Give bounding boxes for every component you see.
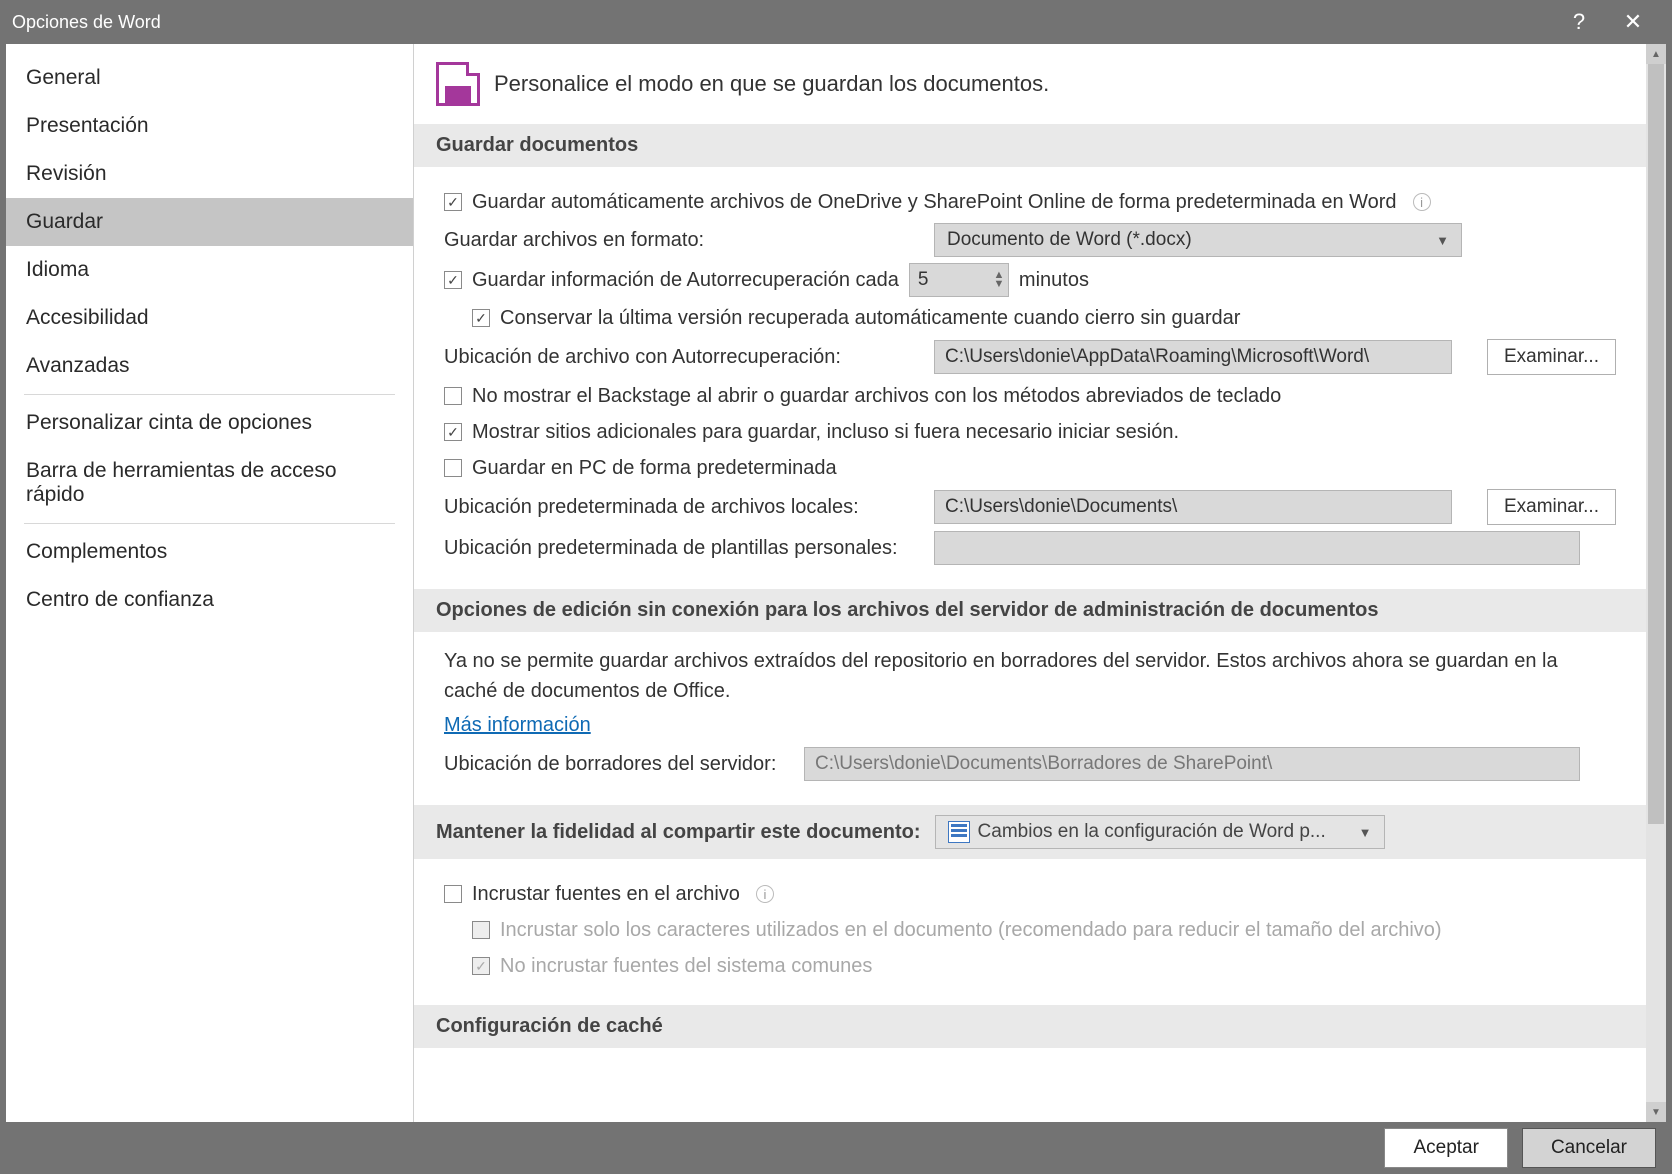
fidelity-doc-select[interactable]: Cambios en la configuración de Word p...… — [935, 815, 1385, 849]
fidelity-doc-value: Cambios en la configuración de Word p... — [978, 821, 1326, 843]
window-title: Opciones de Word — [12, 12, 1552, 33]
titlebar: Opciones de Word ? ✕ — [0, 0, 1672, 44]
label-savepc: Guardar en PC de forma predeterminada — [472, 453, 837, 483]
sidebar-item-general[interactable]: General — [6, 54, 413, 102]
templates-field[interactable] — [934, 531, 1580, 565]
sidebar: General Presentación Revisión Guardar Id… — [6, 44, 414, 1122]
label-noembedsys: No incrustar fuentes del sistema comunes — [500, 951, 872, 981]
label-embedused: Incrustar solo los caracteres utilizados… — [500, 915, 1442, 945]
checkbox-embedused — [472, 921, 490, 939]
label-backstage: No mostrar el Backstage al abrir o guard… — [472, 381, 1281, 411]
section-cache-title: Configuración de caché — [414, 1005, 1646, 1048]
label-autosave-cloud: Guardar automáticamente archivos de OneD… — [472, 187, 1397, 217]
browse-autorecover-button[interactable]: Examinar... — [1487, 339, 1616, 375]
checkbox-addplaces[interactable]: ✓ — [444, 423, 462, 441]
checkbox-noembedsys: ✓ — [472, 957, 490, 975]
sidebar-item-barra[interactable]: Barra de herramientas de acceso rápido — [6, 447, 413, 519]
sidebar-item-complementos[interactable]: Complementos — [6, 528, 413, 576]
autorecover-minutes-input[interactable] — [910, 264, 990, 296]
checkbox-backstage[interactable] — [444, 387, 462, 405]
label-autorecover-loc: Ubicación de archivo con Autorrecuperaci… — [444, 342, 924, 372]
label-addplaces: Mostrar sitios adicionales para guardar,… — [472, 417, 1179, 447]
info-icon[interactable]: i — [756, 885, 774, 903]
chevron-down-icon: ▼ — [1436, 233, 1449, 248]
section-fidelity-label: Mantener la fidelidad al compartir este … — [436, 821, 921, 844]
drafts-field — [804, 747, 1580, 781]
local-loc-field[interactable] — [934, 490, 1452, 524]
checkbox-autorecover[interactable]: ✓ — [444, 271, 462, 289]
sidebar-item-presentacion[interactable]: Presentación — [6, 102, 413, 150]
chevron-down-icon: ▼ — [1359, 825, 1372, 840]
section-guardardocs-title: Guardar documentos — [414, 124, 1646, 167]
sidebar-separator — [24, 523, 395, 524]
label-drafts: Ubicación de borradores del servidor: — [444, 749, 794, 779]
autorecover-minutes-spinner[interactable]: ▲▼ — [909, 263, 1009, 297]
scroll-thumb[interactable] — [1648, 64, 1664, 824]
sidebar-item-confianza[interactable]: Centro de confianza — [6, 576, 413, 624]
close-button[interactable]: ✕ — [1606, 9, 1660, 35]
sidebar-item-avanzadas[interactable]: Avanzadas — [6, 342, 413, 390]
checkbox-keeplast[interactable]: ✓ — [472, 309, 490, 327]
section-offline-title: Opciones de edición sin conexión para lo… — [414, 589, 1646, 632]
format-select[interactable]: Documento de Word (*.docx) ▼ — [934, 223, 1462, 257]
label-local-loc: Ubicación predeterminada de archivos loc… — [444, 492, 924, 522]
scrollbar[interactable]: ▲ ▼ — [1646, 44, 1666, 1122]
autorecover-loc-field[interactable] — [934, 340, 1452, 374]
spinner-arrows[interactable]: ▲▼ — [990, 269, 1008, 291]
sidebar-item-revision[interactable]: Revisión — [6, 150, 413, 198]
sidebar-item-idioma[interactable]: Idioma — [6, 246, 413, 294]
scroll-up-button[interactable]: ▲ — [1646, 44, 1666, 64]
content-panel: Personalice el modo en que se guardan lo… — [414, 44, 1646, 1122]
scroll-down-button[interactable]: ▼ — [1646, 1102, 1666, 1122]
format-select-value: Documento de Word (*.docx) — [947, 229, 1192, 251]
document-icon — [948, 821, 970, 843]
sidebar-item-guardar[interactable]: Guardar — [6, 198, 413, 246]
ok-button[interactable]: Aceptar — [1384, 1128, 1507, 1168]
checkbox-autosave-cloud[interactable]: ✓ — [444, 193, 462, 211]
label-templates: Ubicación predeterminada de plantillas p… — [444, 533, 924, 563]
sidebar-item-cinta[interactable]: Personalizar cinta de opciones — [6, 399, 413, 447]
dialog-footer: Aceptar Cancelar — [0, 1122, 1672, 1174]
info-icon[interactable]: i — [1413, 193, 1431, 211]
label-format: Guardar archivos en formato: — [444, 225, 924, 255]
section-fidelity-title: Mantener la fidelidad al compartir este … — [414, 805, 1646, 859]
label-autorecover: Guardar información de Autorrecuperación… — [472, 265, 899, 295]
label-minutes: minutos — [1019, 265, 1089, 295]
checkbox-savepc[interactable] — [444, 459, 462, 477]
save-icon — [436, 62, 480, 106]
label-keeplast: Conservar la última versión recuperada a… — [500, 303, 1240, 333]
label-embedfonts: Incrustar fuentes en el archivo — [472, 879, 740, 909]
sidebar-item-accesibilidad[interactable]: Accesibilidad — [6, 294, 413, 342]
checkbox-embedfonts[interactable] — [444, 885, 462, 903]
browse-local-button[interactable]: Examinar... — [1487, 489, 1616, 525]
help-button[interactable]: ? — [1552, 9, 1606, 35]
panel-description: Personalice el modo en que se guardan lo… — [494, 71, 1049, 97]
offline-note: Ya no se permite guardar archivos extraí… — [444, 646, 1616, 706]
more-info-link[interactable]: Más información — [444, 714, 591, 736]
sidebar-separator — [24, 394, 395, 395]
cancel-button[interactable]: Cancelar — [1522, 1128, 1656, 1168]
